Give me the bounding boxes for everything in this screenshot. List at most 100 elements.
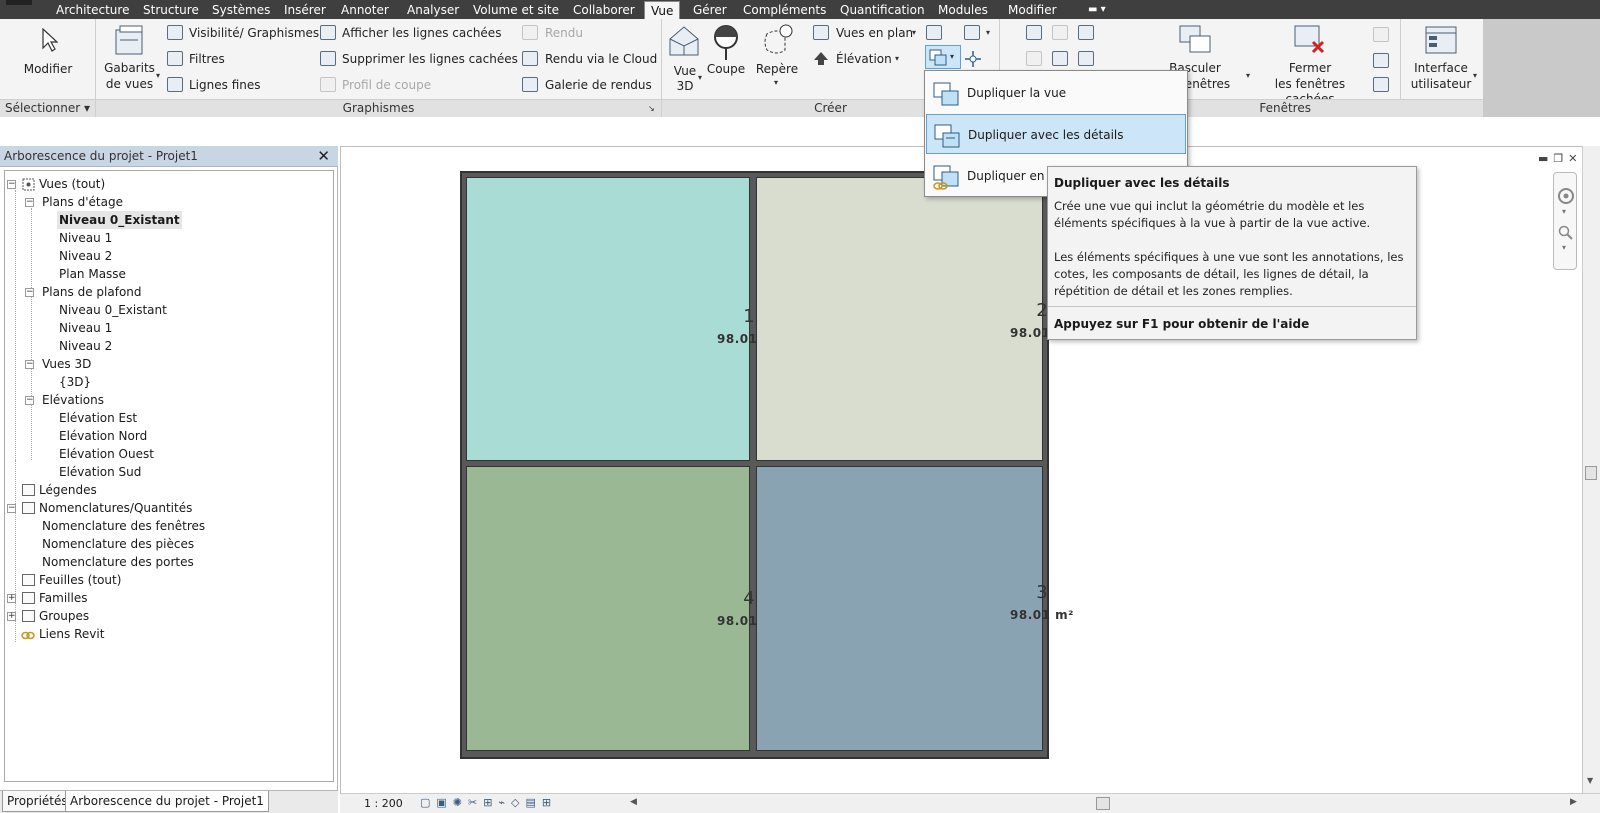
tree-item[interactable]: Nomenclature des portes [42,553,194,571]
tree-item[interactable]: Niveau 2 [59,247,112,265]
tab-vue[interactable]: Vue [644,1,681,19]
chevron-down-icon[interactable]: ▾ [1562,243,1566,252]
chevron-down-icon[interactable]: ▾ [1562,207,1566,216]
tree-item[interactable]: Elévation Est [59,409,137,427]
tree-item-selected[interactable]: Niveau 0_Existant [57,211,182,229]
sheet-icon[interactable] [926,25,942,40]
tooltip-title: Dupliquer avec les détails [1054,176,1230,190]
tree-item[interactable]: Plans d'étage [42,193,123,211]
render-gallery-icon [522,77,538,92]
ribbon-toggle-icon[interactable]: ▬ ▾ [1088,1,1106,19]
tab-annoter[interactable]: Annoter [341,1,389,19]
view-scale[interactable]: 1 : 200 [364,797,403,810]
cloud-render-button[interactable]: Rendu via le Cloud [545,52,657,66]
schedule-icon[interactable] [964,25,980,40]
render-gallery-button[interactable]: Galerie de rendus [545,78,652,92]
tree-item[interactable]: Vues 3D [42,355,91,373]
zoom-icon[interactable] [1558,225,1574,241]
collapse-toggle[interactable]: − [7,504,16,513]
restore-icon[interactable]: ❐ [1553,152,1568,165]
minimize-icon[interactable]: ▬ [1538,152,1553,165]
tree-item[interactable]: Niveau 1 [59,229,112,247]
new-sheet-icon[interactable] [1026,25,1042,40]
tree-item[interactable]: Plans de plafond [42,283,142,301]
tab-modules[interactable]: Modules [938,1,988,19]
remove-hidden-lines-button[interactable]: Supprimer les lignes cachées [342,52,518,66]
dialog-launcher-icon[interactable]: ↘ [648,104,655,113]
tree-item[interactable]: Groupes [39,607,89,625]
horizontal-scroll-thumb[interactable] [1096,797,1110,810]
tree-item[interactable]: Elévation Ouest [59,445,154,463]
section-label: Coupe [706,62,746,76]
plan-views-button[interactable]: Vues en plan [836,26,913,40]
expand-toggle[interactable]: + [7,594,16,603]
cascade-icon[interactable] [1373,53,1389,68]
matchline-view-icon[interactable] [1052,51,1068,66]
chevron-down-icon: ▾ [912,28,917,37]
visibility-graphics-button[interactable]: Visibilité/ Graphismes [189,26,319,40]
tree-item[interactable]: Feuilles (tout) [39,571,121,589]
collapse-toggle[interactable]: − [25,396,34,405]
matchline-icon[interactable] [965,51,981,67]
tree-item[interactable]: {3D} [59,373,91,391]
tree-item[interactable]: Niveau 2 [59,337,112,355]
tab-quantification[interactable]: Quantification [840,1,925,19]
menu-item-duplicate-with-detailing[interactable]: Dupliquer avec les détails [926,114,1186,154]
room-1[interactable]: 1 98.01 m² [466,177,780,461]
room-4[interactable]: 4 98.01 m² [466,466,780,751]
view-control-icons[interactable]: ▢▣✺✂⊞⌁◇▤⊞ [420,796,557,809]
tree-item[interactable]: Nomenclature des pièces [42,535,194,553]
tree-item[interactable]: Nomenclatures/Quantités [39,499,192,517]
vertical-scrollbar[interactable]: ▼ [1582,146,1600,793]
tab-project-browser[interactable]: Arborescence du projet - Projet1 [65,791,269,812]
thin-lines-button[interactable]: Lignes fines [189,78,261,92]
collapse-toggle[interactable]: − [25,288,34,297]
tab-properties[interactable]: Propriétés [2,791,73,812]
expand-toggle[interactable]: + [7,612,16,621]
tile-icon[interactable] [1373,77,1389,92]
elevation-button[interactable]: Élévation [836,52,892,66]
tree-item[interactable]: Plan Masse [59,265,126,283]
tree-item[interactable]: Vues (tout) [39,175,105,193]
tree-item[interactable]: Elévation Sud [59,463,141,481]
duplicate-view-button[interactable]: ▾ [925,45,961,69]
tree-item[interactable]: Niveau 0_Existant [59,301,167,319]
revisions-icon[interactable] [1078,25,1094,40]
menu-item-duplicate-view[interactable]: Dupliquer la vue [926,73,1186,113]
tree-item[interactable]: Liens Revit [39,625,104,643]
tab-systemes[interactable]: Systèmes [212,1,270,19]
tree-item[interactable]: Elévations [42,391,104,409]
tab-analyser[interactable]: Analyser [407,1,459,19]
tab-modifier[interactable]: Modifier [1008,1,1057,19]
collapse-toggle[interactable]: − [25,360,34,369]
tab-complements[interactable]: Compléments [743,1,826,19]
steering-wheel-icon[interactable] [1557,187,1575,205]
app-menu-button[interactable] [6,0,32,5]
tab-gerer[interactable]: Gérer [693,1,727,19]
close-icon[interactable]: ✕ [1568,152,1582,165]
tab-volume-site[interactable]: Volume et site [473,1,559,19]
scroll-left-arrow-icon[interactable]: ◀ [630,797,637,807]
select-group-bar[interactable]: Sélectionner ▾ [0,99,95,117]
tab-structure[interactable]: Structure [143,1,199,19]
duplicate-view-icon [933,82,959,106]
tab-architecture[interactable]: Architecture [56,1,129,19]
tree-item[interactable]: Elévation Nord [59,427,147,445]
collapse-toggle[interactable]: − [7,180,16,189]
tree-item[interactable]: Niveau 1 [59,319,112,337]
tab-inserer[interactable]: Insérer [284,1,326,19]
tree-item[interactable]: Légendes [39,481,97,499]
tab-collaborer[interactable]: Collaborer [573,1,635,19]
close-icon[interactable]: ✕ [317,147,330,165]
room-3[interactable]: 3 98.01 m² [756,466,1073,751]
scroll-right-arrow-icon[interactable]: ▶ [1570,797,1577,807]
tree-item[interactable]: Nomenclature des fenêtres [42,517,205,535]
scroll-down-arrow-icon[interactable]: ▼ [1587,776,1593,785]
view-reference-icon[interactable] [1078,51,1094,66]
tree-item[interactable]: Familles [39,589,87,607]
filters-button[interactable]: Filtres [189,52,225,66]
show-hidden-lines-button[interactable]: Afficher les lignes cachées [342,26,501,40]
room-2[interactable]: 2 98.01 m² [756,177,1073,461]
scroll-thumb[interactable] [1585,466,1597,480]
collapse-toggle[interactable]: − [25,198,34,207]
